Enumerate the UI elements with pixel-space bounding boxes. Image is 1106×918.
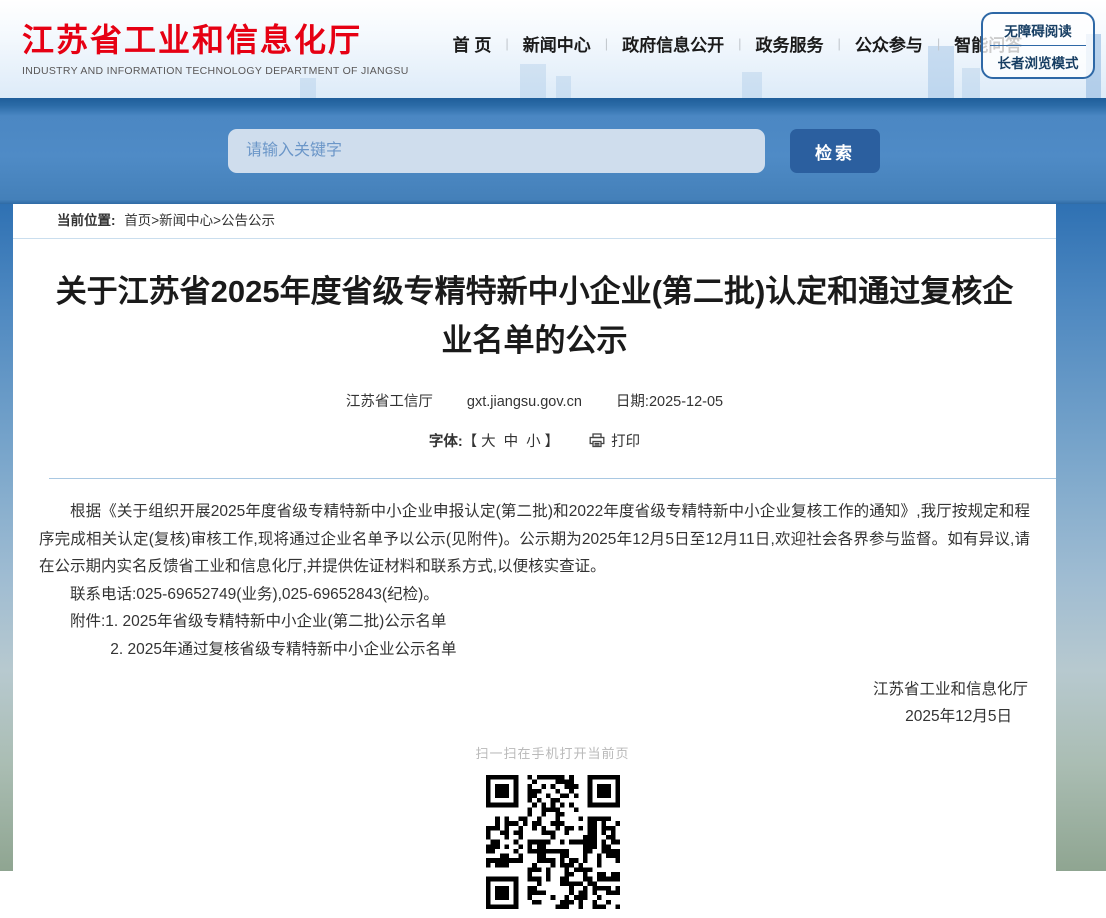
signature-block: 江苏省工业和信息化厅 2025年12月5日 (39, 676, 1030, 730)
nav-home[interactable]: 首 页 (453, 31, 492, 56)
breadcrumb: 当前位置: 首页>新闻中心>公告公示 (13, 204, 1056, 239)
article-paragraph: 根据《关于组织开展2025年度省级专精特新中小企业申报认定(第二批)和2022年… (39, 498, 1030, 581)
accessible-reading-button[interactable]: 无障碍阅读 (983, 14, 1093, 45)
font-size-large-button[interactable]: 大 (481, 430, 496, 451)
printer-icon (589, 433, 605, 448)
bracket-open: 【 (463, 430, 478, 451)
search-input[interactable] (228, 129, 765, 173)
site-header: 江苏省工业和信息化厅 INDUSTRY AND INFORMATION TECH… (0, 0, 1106, 98)
logo-subtitle: INDUSTRY AND INFORMATION TECHNOLOGY DEPA… (22, 65, 409, 77)
search-band: 检索 (0, 98, 1106, 204)
elder-mode-button[interactable]: 长者浏览模式 (983, 46, 1093, 77)
article-source: 江苏省工信厅 (346, 394, 433, 410)
article-site: gxt.jiangsu.gov.cn (467, 394, 582, 410)
skyline-decoration (556, 76, 571, 98)
print-button[interactable]: 打印 (589, 430, 640, 451)
signature-org: 江苏省工业和信息化厅 (39, 676, 1030, 703)
breadcrumb-label: 当前位置: (57, 213, 116, 228)
breadcrumb-path[interactable]: 首页>新闻中心>公告公示 (124, 213, 275, 228)
article-body: 根据《关于组织开展2025年度省级专精特新中小企业申报认定(第二批)和2022年… (13, 479, 1056, 918)
contact-phones: 联系电话:025-69652749(业务),025-69652843(纪检)。 (39, 581, 1030, 609)
article-meta: 江苏省工信厅 gxt.jiangsu.gov.cn 日期:2025-12-05 (13, 390, 1056, 411)
nav-gov-info-disclosure[interactable]: 政府信息公开 (622, 31, 724, 56)
skyline-decoration (742, 72, 762, 98)
page-title: 关于江苏省2025年度省级专精特新中小企业(第二批)认定和通过复核企业名单的公示 (53, 267, 1016, 365)
nav-news-center[interactable]: 新闻中心 (523, 31, 591, 56)
qr-section: 扫一扫在手机打开当前页 (57, 740, 1048, 918)
attachment-link-1[interactable]: 附件:1. 2025年省级专精特新中小企业(第二批)公示名单 (39, 608, 1030, 636)
font-size-medium-button[interactable]: 中 (504, 430, 519, 451)
article-tools: 字体: 【 大 中 小 】 打印 (13, 430, 1056, 451)
font-size-label: 字体: (429, 430, 463, 451)
signature-date: 2025年12月5日 (39, 703, 1030, 730)
skyline-decoration (300, 78, 316, 98)
skyline-decoration (520, 64, 546, 98)
article-date: 日期:2025-12-05 (616, 394, 723, 410)
print-label: 打印 (611, 430, 640, 451)
font-size-small-button[interactable]: 小 (526, 430, 541, 451)
qr-code (57, 775, 1048, 918)
search-button[interactable]: 检索 (790, 129, 880, 173)
qr-caption: 扫一扫在手机打开当前页 (57, 740, 1048, 768)
search-bar: 检索 (228, 129, 880, 173)
page-background: 当前位置: 首页>新闻中心>公告公示 关于江苏省2025年度省级专精特新中小企业… (0, 204, 1106, 871)
nav-public-participation[interactable]: 公众参与 (855, 31, 923, 56)
accessibility-box: 无障碍阅读 长者浏览模式 (981, 12, 1095, 79)
attachment-link-2[interactable]: 2. 2025年通过复核省级专精特新中小企业公示名单 (39, 636, 1030, 664)
content-panel: 当前位置: 首页>新闻中心>公告公示 关于江苏省2025年度省级专精特新中小企业… (13, 204, 1056, 871)
main-nav: 首 页 新闻中心 政府信息公开 政务服务 公众参与 智能问答 (453, 31, 1023, 56)
logo-title: 江苏省工业和信息化厅 (22, 21, 409, 59)
bracket-close: 】 (545, 430, 560, 451)
nav-gov-services[interactable]: 政务服务 (756, 31, 824, 56)
site-logo[interactable]: 江苏省工业和信息化厅 INDUSTRY AND INFORMATION TECH… (22, 21, 409, 77)
skyline-decoration (962, 68, 980, 98)
